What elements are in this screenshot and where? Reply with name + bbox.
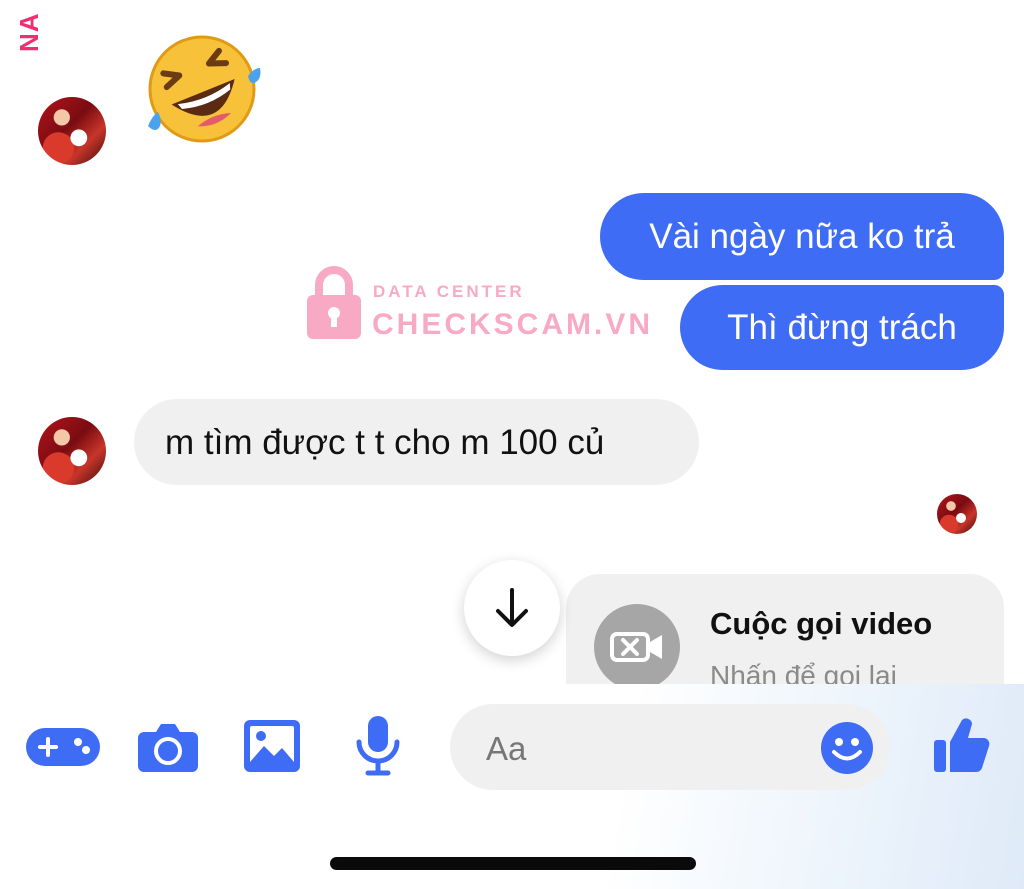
thumbs-up-icon[interactable] [934,716,992,774]
laughing-emoji-icon [148,35,261,143]
outgoing-message[interactable]: Thì đừng trách [680,285,1004,370]
avatar[interactable] [38,417,106,485]
photo-icon[interactable] [244,720,300,772]
call-title: Cuộc gọi video [710,606,933,641]
arrow-down-icon [496,588,528,627]
scroll-to-bottom-button[interactable] [464,560,560,656]
read-receipt-avatar [937,494,977,534]
games-icon[interactable] [26,724,100,770]
camera-icon[interactable] [138,720,198,772]
watermark-caption: DATA CENTER [373,282,525,301]
message-input-placeholder: Aa [486,730,527,767]
video-camera-off-icon [610,632,662,662]
message-input[interactable]: Aa [450,704,890,790]
incoming-message[interactable]: m tìm được t t cho m 100 củ [134,399,699,485]
message-text: Vài ngày nữa ko trả [649,217,955,256]
emoji-icon[interactable] [820,721,874,775]
video-call-icon-badge [594,604,680,684]
watermark-title: CHECKSCAM.VN [372,308,654,341]
microphone-icon[interactable] [354,716,402,776]
call-subtitle[interactable]: Nhấn để gọi lại [710,660,897,684]
message-text: Thì đừng trách [727,308,957,347]
lock-icon [307,266,361,339]
avatar[interactable] [38,97,106,165]
outgoing-message[interactable]: Vài ngày nữa ko trả [600,193,1004,280]
video-call-card[interactable]: Cuộc gọi video Nhấn để gọi lại [566,574,1004,684]
home-indicator [330,857,696,870]
edge-label: NA [14,12,44,52]
message-text: m tìm được t t cho m 100 củ [165,422,605,462]
